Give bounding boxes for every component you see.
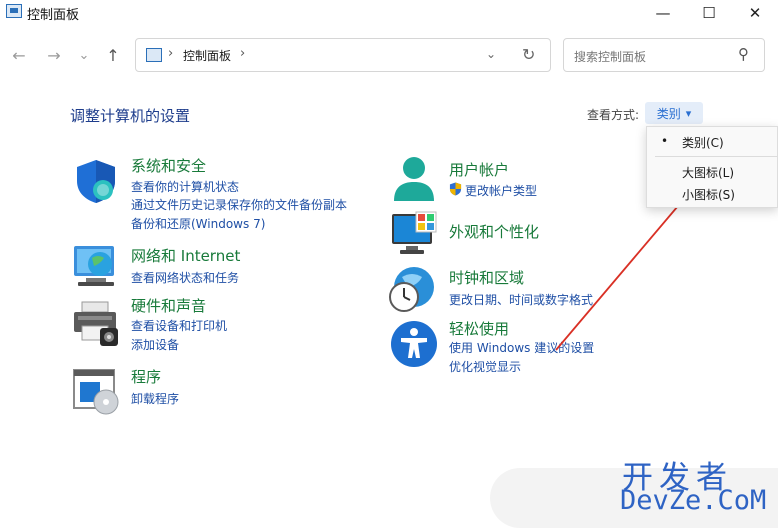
link-uninstall-program[interactable]: 卸载程序	[131, 390, 179, 407]
menu-item-small-icons[interactable]: 小图标(S)	[647, 183, 777, 205]
category-network-title[interactable]: 网络和 Internet	[131, 245, 240, 266]
uac-shield-icon	[449, 182, 462, 196]
control-panel-icon	[146, 48, 162, 62]
search-box[interactable]: 搜索控制面板 ⚲	[563, 38, 765, 72]
close-button[interactable]: ✕	[732, 0, 778, 26]
user-icon[interactable]	[390, 155, 438, 203]
category-programs-title[interactable]: 程序	[131, 366, 161, 387]
address-bar[interactable]: › 控制面板 › ⌄ ↻	[135, 38, 551, 72]
forward-button[interactable]: →	[43, 42, 65, 68]
category-clock-region-title[interactable]: 时钟和区域	[449, 267, 524, 288]
window-title: 控制面板	[27, 8, 80, 23]
breadcrumb[interactable]: 控制面板	[183, 47, 231, 64]
category-system-security-title[interactable]: 系统和安全	[131, 155, 206, 176]
programs-disc-icon[interactable]	[72, 368, 120, 416]
view-by-dropdown[interactable]: 类别 ▾	[645, 102, 703, 124]
category-user-accounts-title[interactable]: 用户帐户	[449, 159, 509, 180]
caret-down-icon: ▾	[685, 106, 692, 120]
menu-item-label: 类别(C)	[682, 136, 724, 150]
breadcrumb-separator-icon[interactable]: ›	[168, 46, 173, 61]
search-icon[interactable]: ⚲	[738, 45, 749, 63]
minimize-button[interactable]: —	[640, 0, 686, 26]
menu-item-label: 小图标(S)	[682, 188, 735, 202]
category-hardware-title[interactable]: 硬件和声音	[131, 295, 206, 316]
address-dropdown-icon[interactable]: ⌄	[486, 47, 496, 61]
network-globe-icon[interactable]	[72, 242, 120, 290]
link-change-account-type[interactable]: 更改帐户类型	[465, 182, 537, 199]
menu-item-category[interactable]: • 类别(C)	[647, 131, 777, 153]
watermark-english: DevZe.CoM	[620, 485, 767, 516]
shield-icon[interactable]	[72, 157, 120, 205]
maximize-button[interactable]: ☐	[686, 0, 732, 26]
up-button[interactable]: ↑	[102, 42, 124, 68]
link-network-status[interactable]: 查看网络状态和任务	[131, 269, 239, 286]
link-devices-printers[interactable]: 查看设备和打印机	[131, 317, 227, 334]
menu-item-large-icons[interactable]: 大图标(L)	[647, 161, 777, 183]
recent-locations-button[interactable]: ⌄	[73, 42, 95, 68]
link-optimize-visual-display[interactable]: 优化视觉显示	[449, 358, 521, 375]
accessibility-icon[interactable]	[390, 320, 438, 368]
category-ease-of-access-title[interactable]: 轻松使用	[449, 318, 509, 339]
control-panel-app-icon	[6, 4, 22, 18]
view-by-menu: • 类别(C) 大图标(L) 小图标(S)	[646, 126, 778, 208]
back-button[interactable]: ←	[8, 42, 30, 68]
clock-globe-icon[interactable]	[388, 265, 436, 313]
link-backup-restore[interactable]: 备份和还原(Windows 7)	[131, 215, 265, 232]
selected-bullet-icon: •	[661, 134, 669, 148]
menu-separator	[655, 156, 778, 157]
monitor-icon[interactable]	[390, 210, 438, 258]
link-file-history-backup[interactable]: 通过文件历史记录保存你的文件备份副本	[131, 196, 347, 213]
link-recommended-settings[interactable]: 使用 Windows 建议的设置	[449, 339, 594, 356]
printer-icon[interactable]	[72, 300, 120, 348]
breadcrumb-chevron-icon[interactable]: ›	[240, 46, 245, 61]
view-by-value: 类别	[656, 106, 681, 121]
refresh-icon[interactable]: ↻	[522, 45, 535, 64]
category-appearance-title[interactable]: 外观和个性化	[449, 221, 539, 242]
link-change-date-time-format[interactable]: 更改日期、时间或数字格式	[449, 291, 593, 308]
search-placeholder[interactable]: 搜索控制面板	[574, 48, 646, 65]
view-by-label: 查看方式:	[587, 108, 640, 122]
link-add-device[interactable]: 添加设备	[131, 336, 179, 353]
link-view-computer-status[interactable]: 查看你的计算机状态	[131, 178, 239, 195]
menu-item-label: 大图标(L)	[682, 166, 735, 180]
page-title: 调整计算机的设置	[70, 107, 191, 125]
